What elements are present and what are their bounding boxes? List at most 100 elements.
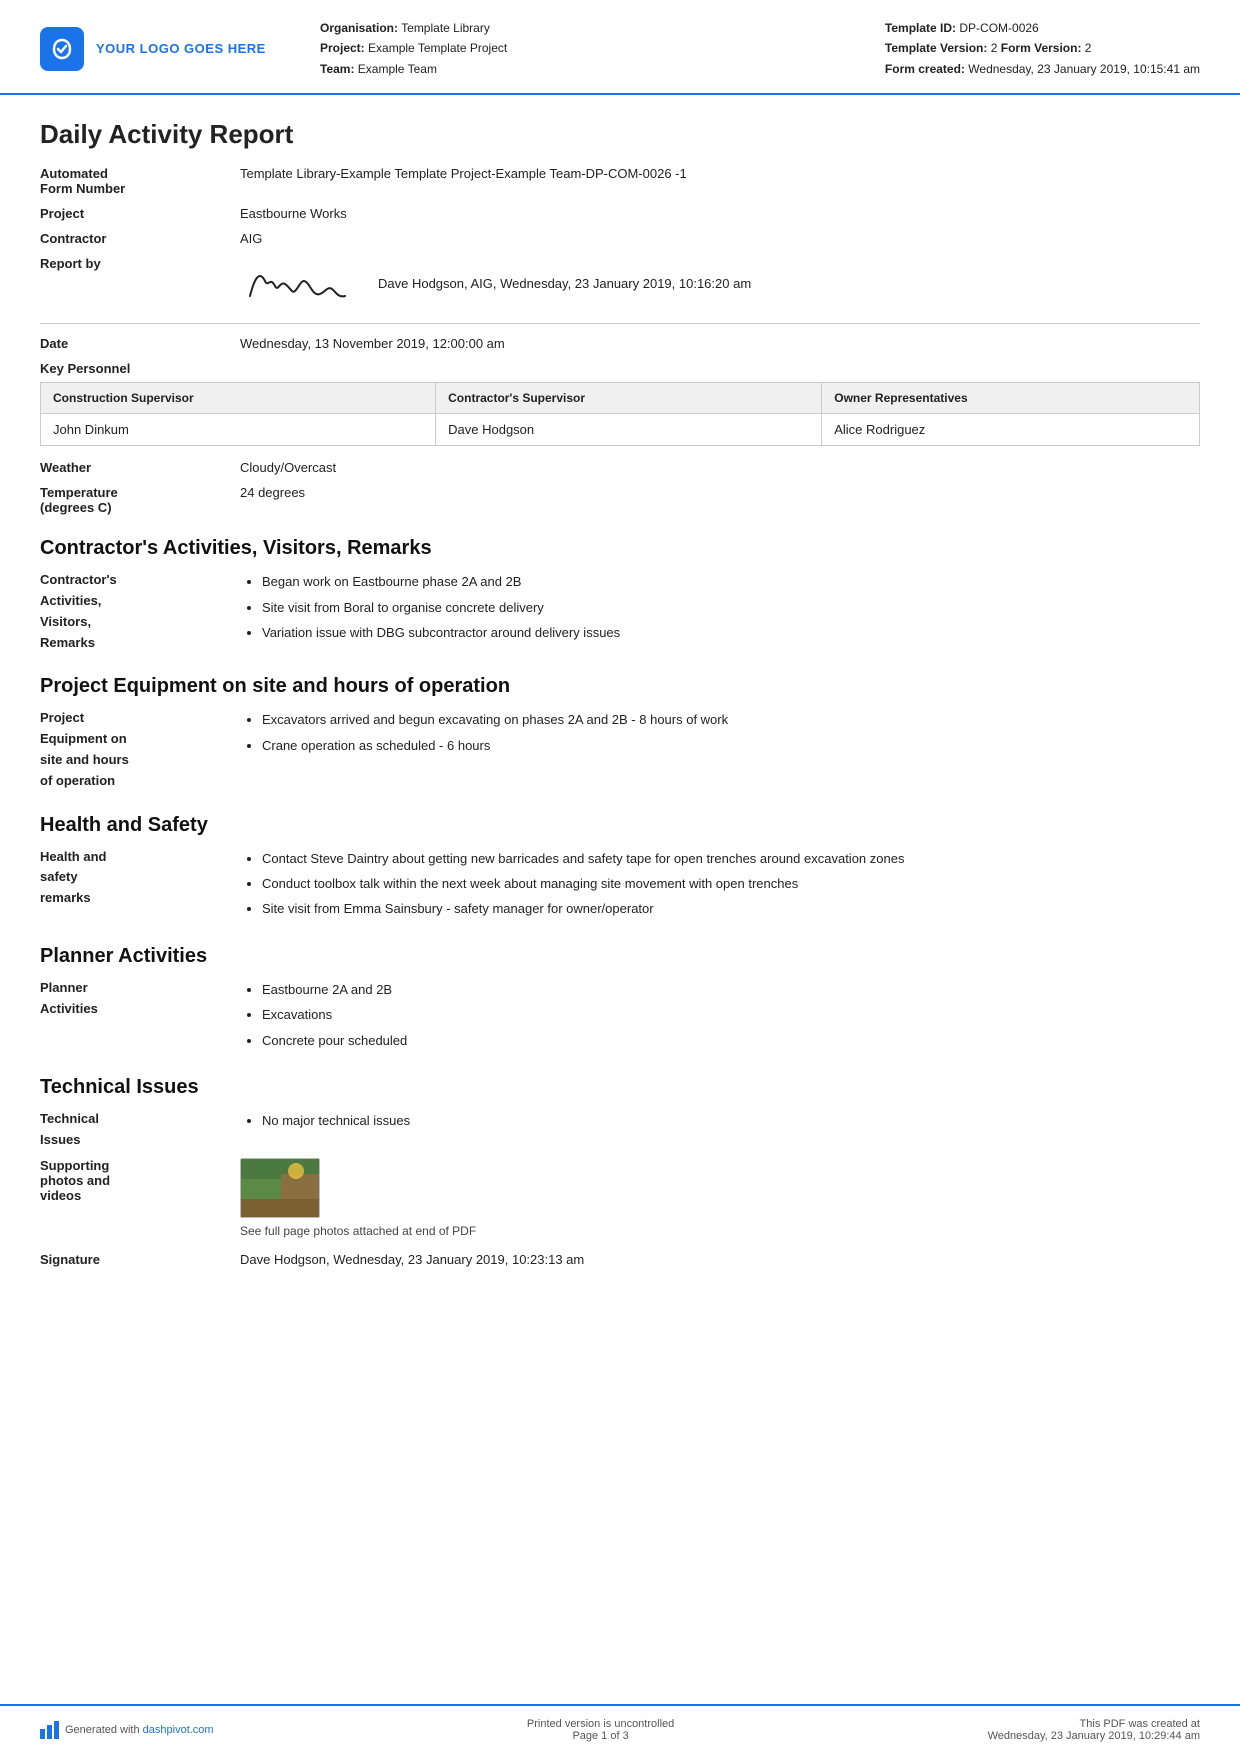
technical-issues-list: No major technical issues [240,1109,410,1134]
contractor-row: Contractor AIG [40,231,1200,246]
date-value: Wednesday, 13 November 2019, 12:00:00 am [240,336,1200,351]
report-by-label: Report by [40,256,240,271]
footer-generated-text: Generated with dashpivot.com [65,1724,214,1736]
date-label: Date [40,336,240,351]
report-title: Daily Activity Report [40,119,1200,150]
technical-issues-content: Technical Issues No major technical issu… [40,1109,1200,1151]
planner-activities-heading: Planner Activities [40,945,1200,968]
project-equipment-content: Project Equipment on site and hours of o… [40,708,1200,791]
col-owner-representatives: Owner Representatives [822,383,1200,414]
list-item: Began work on Eastbourne phase 2A and 2B [262,570,620,593]
footer-bars-icon [40,1721,59,1739]
project-label: Project [40,206,240,221]
signature-image [240,256,360,311]
contractors-activities-heading: Contractor's Activities, Visitors, Remar… [40,537,1200,560]
construction-supervisor-value: John Dinkum [41,414,436,446]
key-personnel-section: Key Personnel Construction Supervisor Co… [40,361,1200,446]
org-label: Organisation: [320,21,398,35]
contractors-activities-label: Contractor's Activities, Visitors, Remar… [40,570,240,653]
signature-value: Dave Hodgson, Wednesday, 23 January 2019… [240,1252,1200,1267]
health-safety-list: Contact Steve Daintry about getting new … [240,847,904,923]
health-safety-content: Health and safety remarks Contact Steve … [40,847,1200,923]
temperature-label: Temperature (degrees C) [40,485,240,515]
personnel-data-row: John Dinkum Dave Hodgson Alice Rodriguez [41,414,1200,446]
bar-2 [47,1725,52,1739]
photo-thumbnail [240,1158,320,1218]
list-item: Variation issue with DBG subcontractor a… [262,621,620,644]
contractors-activities-list: Began work on Eastbourne phase 2A and 2B… [240,570,620,646]
weather-row: Weather Cloudy/Overcast [40,460,1200,475]
list-item: Excavators arrived and begun excavating … [262,708,728,731]
col-construction-supervisor: Construction Supervisor [41,383,436,414]
planner-activities-label: Planner Activities [40,978,240,1020]
list-item: Site visit from Emma Sainsbury - safety … [262,897,904,920]
project-row: Project Eastbourne Works [40,206,1200,221]
bar-1 [40,1729,45,1739]
automated-value: Template Library-Example Template Projec… [240,166,1200,181]
report-by-text: Dave Hodgson, AIG, Wednesday, 23 January… [378,276,751,291]
automated-label: Automated Form Number [40,166,240,196]
footer-right: This PDF was created at Wednesday, 23 Ja… [988,1718,1200,1742]
template-id-value: DP-COM-0026 [959,21,1038,35]
photo-caption: See full page photos attached at end of … [240,1224,1200,1238]
owner-rep-value: Alice Rodriguez [822,414,1200,446]
photos-row: Supporting photos and videos See full pa… [40,1158,1200,1238]
list-item: Contact Steve Daintry about getting new … [262,847,904,870]
form-created-value: Wednesday, 23 January 2019, 10:15:41 am [968,62,1200,76]
footer-link[interactable]: dashpivot.com [143,1724,214,1736]
col-contractors-supervisor: Contractor's Supervisor [436,383,822,414]
health-safety-label: Health and safety remarks [40,847,240,909]
contractor-label: Contractor [40,231,240,246]
footer-logo: Generated with dashpivot.com [40,1721,214,1739]
page: YOUR LOGO GOES HERE Organisation: Templa… [0,0,1240,1754]
list-item: Eastbourne 2A and 2B [262,978,407,1001]
bar-3 [54,1721,59,1739]
template-version-label: Template Version: [885,41,987,55]
header-meta-right: Template ID: DP-COM-0026 Template Versio… [885,18,1200,79]
project-equipment-list: Excavators arrived and begun excavating … [240,708,728,759]
template-id-label: Template ID: [885,21,956,35]
weather-value: Cloudy/Overcast [240,460,1200,475]
report-by-row: Report by Dave Hodgson, AIG, Wednesday, … [40,256,1200,311]
health-safety-heading: Health and Safety [40,814,1200,837]
project-equipment-heading: Project Equipment on site and hours of o… [40,675,1200,698]
signature-area: Dave Hodgson, AIG, Wednesday, 23 January… [240,256,1200,311]
planner-activities-content: Planner Activities Eastbourne 2A and 2B … [40,978,1200,1054]
header: YOUR LOGO GOES HERE Organisation: Templa… [0,0,1240,95]
planner-activities-list: Eastbourne 2A and 2B Excavations Concret… [240,978,407,1054]
personnel-table: Construction Supervisor Contractor's Sup… [40,382,1200,446]
signature-row: Signature Dave Hodgson, Wednesday, 23 Ja… [40,1252,1200,1267]
divider-1 [40,323,1200,324]
technical-issues-heading: Technical Issues [40,1076,1200,1099]
project-equipment-label: Project Equipment on site and hours of o… [40,708,240,791]
template-version-value: 2 [991,41,998,55]
org-value: Template Library [401,21,490,35]
form-version-value: 2 [1085,41,1092,55]
list-item: No major technical issues [262,1109,410,1132]
temperature-row: Temperature (degrees C) 24 degrees [40,485,1200,515]
project-value: Eastbourne Works [240,206,1200,221]
key-personnel-label: Key Personnel [40,361,1200,376]
contractor-value: AIG [240,231,1200,246]
team-label: Team: [320,62,354,76]
contractors-activities-content: Contractor's Activities, Visitors, Remar… [40,570,1200,653]
list-item: Conduct toolbox talk within the next wee… [262,872,904,895]
footer-center: Printed version is uncontrolled Page 1 o… [527,1718,674,1742]
contractors-supervisor-value: Dave Hodgson [436,414,822,446]
photos-label: Supporting photos and videos [40,1158,240,1203]
project-value: Example Template Project [368,41,507,55]
list-item: Crane operation as scheduled - 6 hours [262,734,728,757]
team-value: Example Team [358,62,437,76]
logo-icon [40,27,84,71]
photos-value: See full page photos attached at end of … [240,1158,1200,1238]
report-by-value: Dave Hodgson, AIG, Wednesday, 23 January… [240,256,1200,311]
logo-text: YOUR LOGO GOES HERE [96,41,266,56]
form-created-label: Form created: [885,62,965,76]
logo-area: YOUR LOGO GOES HERE [40,18,300,79]
technical-issues-label: Technical Issues [40,1109,240,1151]
footer: Generated with dashpivot.com Printed ver… [0,1704,1240,1754]
list-item: Excavations [262,1003,407,1026]
temperature-value: 24 degrees [240,485,1200,500]
footer-left: Generated with dashpivot.com [40,1721,214,1739]
list-item: Site visit from Boral to organise concre… [262,596,620,619]
